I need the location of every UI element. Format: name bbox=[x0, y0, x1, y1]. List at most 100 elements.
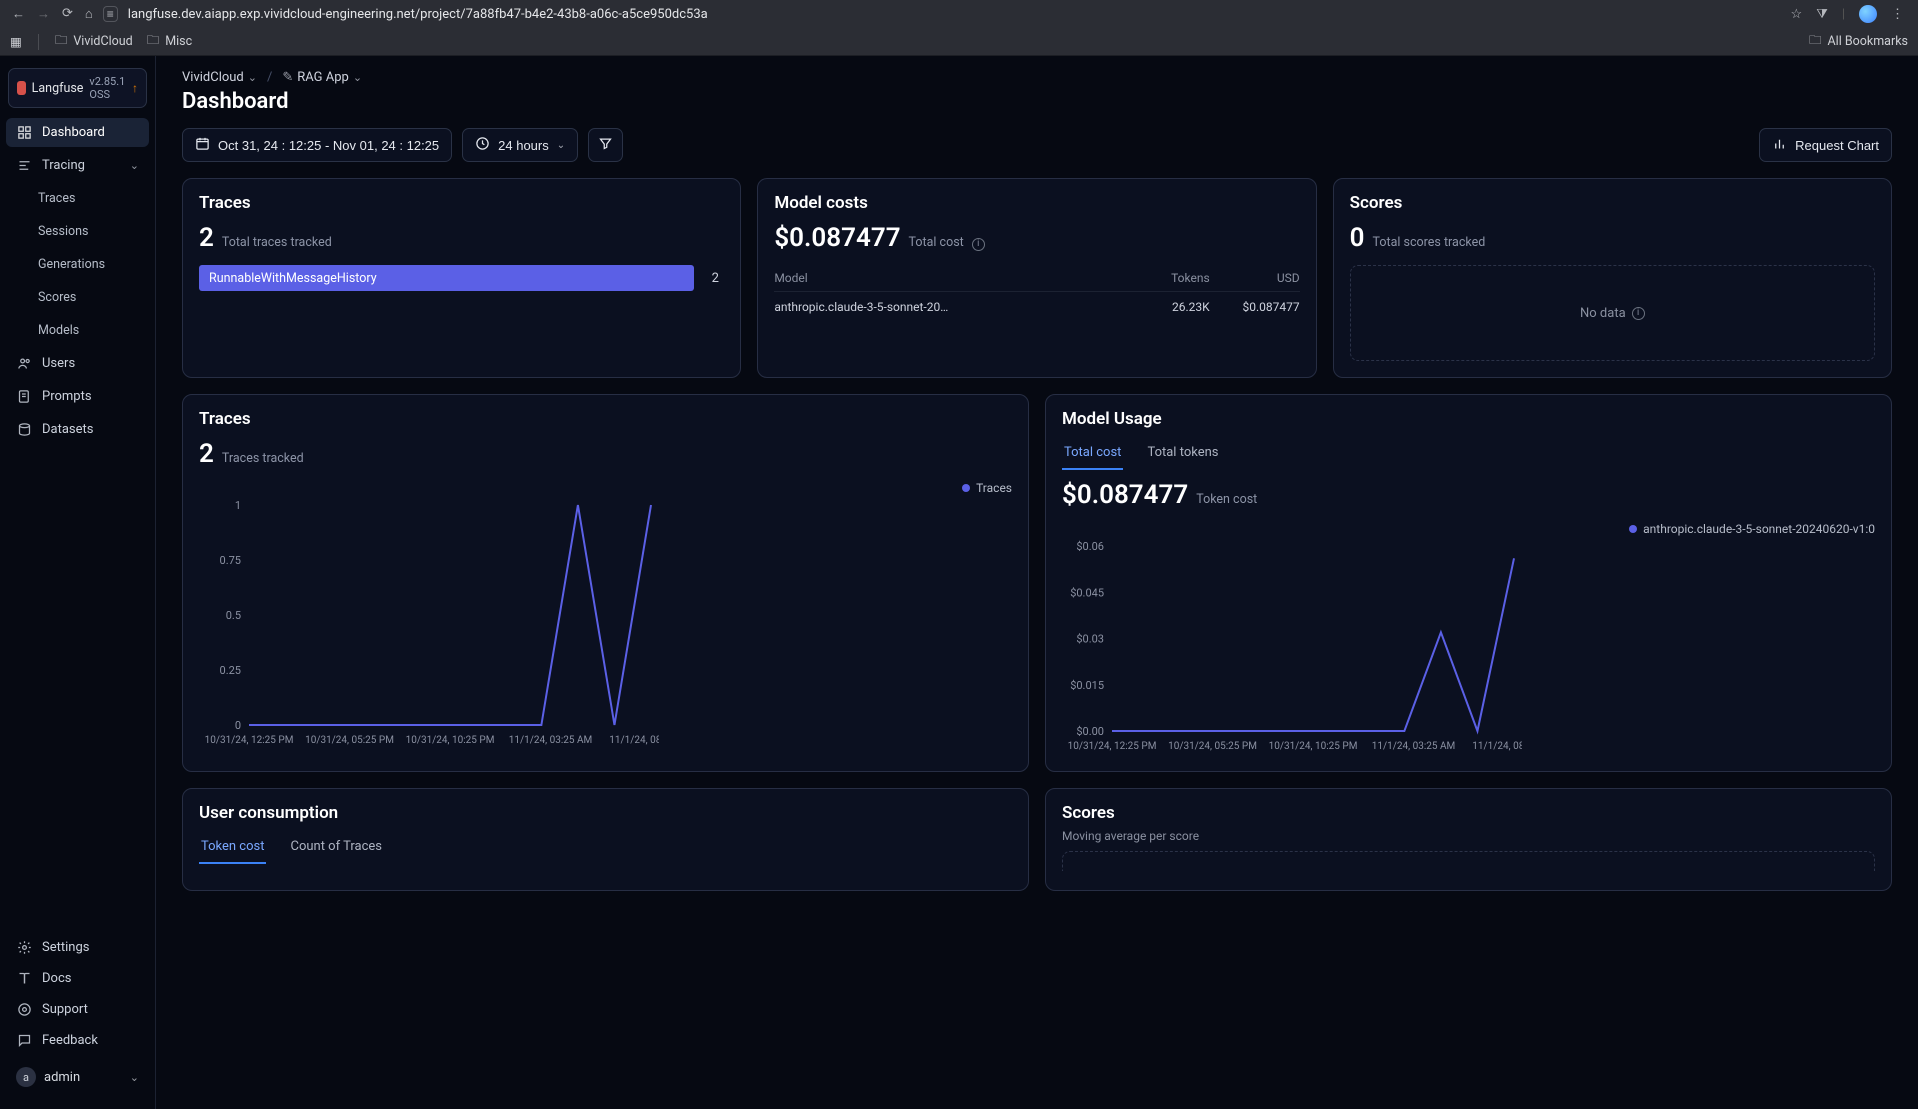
no-data-box-partial bbox=[1062, 851, 1875, 871]
url-text[interactable]: langfuse.dev.aiapp.exp.vividcloud-engine… bbox=[128, 7, 708, 22]
sidebar-item-datasets[interactable]: Datasets bbox=[6, 415, 149, 444]
filter-button[interactable] bbox=[588, 128, 623, 162]
info-icon[interactable]: i bbox=[1632, 307, 1645, 320]
scores-count: 0 bbox=[1350, 223, 1365, 253]
sidebar-item-dashboard[interactable]: Dashboard bbox=[6, 118, 149, 147]
sidebar-item-prompts[interactable]: Prompts bbox=[6, 382, 149, 411]
brand-version: v2.85.1 OSS bbox=[89, 75, 126, 101]
no-data-text: No data bbox=[1580, 306, 1626, 321]
svg-text:10/31/24, 10:25 PM: 10/31/24, 10:25 PM bbox=[406, 735, 495, 746]
total-cost-value: $0.087477 bbox=[774, 223, 900, 253]
sidebar-item-settings[interactable]: Settings bbox=[6, 933, 149, 962]
chevron-down-icon: ⌄ bbox=[130, 1071, 139, 1084]
trace-type-count: 2 bbox=[706, 271, 724, 286]
forward-icon[interactable]: → bbox=[37, 6, 50, 22]
folder-icon: 🗀 bbox=[147, 31, 160, 52]
svg-text:11/1/24, 03:25 AM: 11/1/24, 03:25 AM bbox=[1372, 741, 1455, 752]
dashboard-icon bbox=[16, 125, 32, 140]
reload-icon[interactable]: ⟳ bbox=[62, 6, 73, 22]
edit-icon: ✎ bbox=[282, 70, 293, 85]
breadcrumb: VividCloud ⌄ / ✎ RAG App ⌄ bbox=[182, 70, 1892, 85]
sidebar-item-scores[interactable]: Scores bbox=[6, 283, 149, 312]
card-title: Traces bbox=[199, 409, 1012, 429]
bookmark-folder-vividcloud[interactable]: 🗀 VividCloud bbox=[55, 31, 133, 52]
sidebar: Langfuse v2.85.1 OSS ↑ Dashboard Tracing… bbox=[0, 56, 156, 1109]
tracing-icon bbox=[16, 158, 32, 173]
date-range-picker[interactable]: Oct 31, 24 : 12:25 - Nov 01, 24 : 12:25 bbox=[182, 128, 452, 162]
cell-model: anthropic.claude-3-5-sonnet-20… bbox=[774, 300, 1139, 314]
sidebar-item-users[interactable]: Users bbox=[6, 349, 149, 378]
menu-icon[interactable]: ⋮ bbox=[1891, 7, 1904, 22]
sidebar-item-docs[interactable]: Docs bbox=[6, 964, 149, 993]
info-icon[interactable]: i bbox=[972, 238, 985, 251]
extensions-icon[interactable]: ⧩ bbox=[1816, 7, 1828, 22]
sidebar-item-traces[interactable]: Traces bbox=[6, 184, 149, 213]
docs-icon bbox=[16, 971, 32, 986]
langfuse-logo-icon bbox=[17, 81, 26, 95]
svg-text:10/31/24, 12:25 PM: 10/31/24, 12:25 PM bbox=[205, 735, 294, 746]
sidebar-item-feedback[interactable]: Feedback bbox=[6, 1026, 149, 1055]
card-title: Model costs bbox=[774, 193, 1299, 213]
sidebar-item-label: Settings bbox=[42, 940, 89, 955]
svg-text:10/31/24, 10:25 PM: 10/31/24, 10:25 PM bbox=[1269, 741, 1358, 752]
sidebar-item-sessions[interactable]: Sessions bbox=[6, 217, 149, 246]
breadcrumb-project[interactable]: VividCloud ⌄ bbox=[182, 70, 257, 85]
brand-name: Langfuse bbox=[32, 81, 84, 96]
usage-tabs: Total cost Total tokens bbox=[1062, 439, 1875, 470]
tab-total-tokens[interactable]: Total tokens bbox=[1145, 439, 1220, 470]
breadcrumb-app[interactable]: ✎ RAG App ⌄ bbox=[282, 70, 362, 85]
brand-selector[interactable]: Langfuse v2.85.1 OSS ↑ bbox=[8, 68, 147, 108]
toolbar: Oct 31, 24 : 12:25 - Nov 01, 24 : 12:25 … bbox=[182, 128, 1892, 162]
time-window-select[interactable]: 24 hours ⌄ bbox=[462, 128, 578, 162]
sidebar-item-support[interactable]: Support bbox=[6, 995, 149, 1024]
sidebar-item-label: Support bbox=[42, 1002, 88, 1017]
home-icon[interactable]: ⌂ bbox=[85, 6, 93, 22]
sidebar-item-label: Tracing bbox=[42, 158, 85, 173]
sidebar-item-label: Docs bbox=[42, 971, 71, 986]
profile-avatar[interactable] bbox=[1859, 5, 1877, 23]
card-title: Scores bbox=[1062, 803, 1875, 823]
user-avatar: a bbox=[16, 1067, 36, 1087]
legend-label: anthropic.claude-3-5-sonnet-20240620-v1:… bbox=[1643, 522, 1875, 536]
svg-text:1: 1 bbox=[235, 499, 241, 512]
request-chart-button[interactable]: Request Chart bbox=[1759, 128, 1892, 162]
card-title: Traces bbox=[199, 193, 724, 213]
sidebar-item-label: Prompts bbox=[42, 389, 92, 404]
feedback-icon bbox=[16, 1033, 32, 1048]
table-row[interactable]: anthropic.claude-3-5-sonnet-20… 26.23K $… bbox=[774, 292, 1299, 322]
bookmark-folder-misc[interactable]: 🗀 Misc bbox=[147, 31, 192, 52]
usage-sub: Token cost bbox=[1196, 492, 1257, 507]
all-bookmarks[interactable]: 🗀 All Bookmarks bbox=[1809, 31, 1908, 52]
back-icon[interactable]: ← bbox=[12, 6, 25, 22]
trace-type-label: RunnableWithMessageHistory bbox=[199, 265, 694, 291]
svg-text:0.75: 0.75 bbox=[220, 554, 241, 567]
sidebar-item-label: Datasets bbox=[42, 422, 94, 437]
sidebar-item-label: Users bbox=[42, 356, 75, 371]
scores-subcaption: Moving average per score bbox=[1062, 829, 1875, 843]
card-model-usage: Model Usage Total cost Total tokens $0.0… bbox=[1045, 394, 1892, 772]
svg-text:$0.00: $0.00 bbox=[1076, 725, 1104, 738]
legend-dot-icon bbox=[1629, 525, 1637, 533]
user-menu[interactable]: a admin ⌄ bbox=[8, 1061, 147, 1093]
tab-total-cost[interactable]: Total cost bbox=[1062, 439, 1123, 470]
tab-token-cost[interactable]: Token cost bbox=[199, 833, 266, 864]
svg-text:0.5: 0.5 bbox=[226, 609, 241, 622]
tab-count-traces[interactable]: Count of Traces bbox=[288, 833, 384, 864]
star-icon[interactable]: ☆ bbox=[1791, 7, 1803, 22]
sidebar-item-models[interactable]: Models bbox=[6, 316, 149, 345]
request-chart-label: Request Chart bbox=[1795, 138, 1879, 153]
card-title: User consumption bbox=[199, 803, 1012, 823]
card-scores-chart: Scores Moving average per score bbox=[1045, 788, 1892, 891]
sidebar-item-tracing[interactable]: Tracing ⌄ bbox=[6, 151, 149, 180]
user-name: admin bbox=[44, 1070, 80, 1085]
traces-count: 2 bbox=[199, 223, 214, 253]
consumption-tabs: Token cost Count of Traces bbox=[199, 833, 1012, 864]
trace-type-bar[interactable]: RunnableWithMessageHistory 2 bbox=[199, 265, 724, 291]
date-range-label: Oct 31, 24 : 12:25 - Nov 01, 24 : 12:25 bbox=[218, 138, 439, 153]
svg-text:$0.03: $0.03 bbox=[1076, 633, 1104, 646]
svg-text:10/31/24, 12:25 PM: 10/31/24, 12:25 PM bbox=[1068, 741, 1157, 752]
apps-icon[interactable]: ▦ bbox=[10, 34, 22, 50]
main-content: VividCloud ⌄ / ✎ RAG App ⌄ Dashboard Oct… bbox=[156, 56, 1918, 1109]
site-info-icon[interactable]: ≡ bbox=[103, 6, 118, 22]
sidebar-item-generations[interactable]: Generations bbox=[6, 250, 149, 279]
